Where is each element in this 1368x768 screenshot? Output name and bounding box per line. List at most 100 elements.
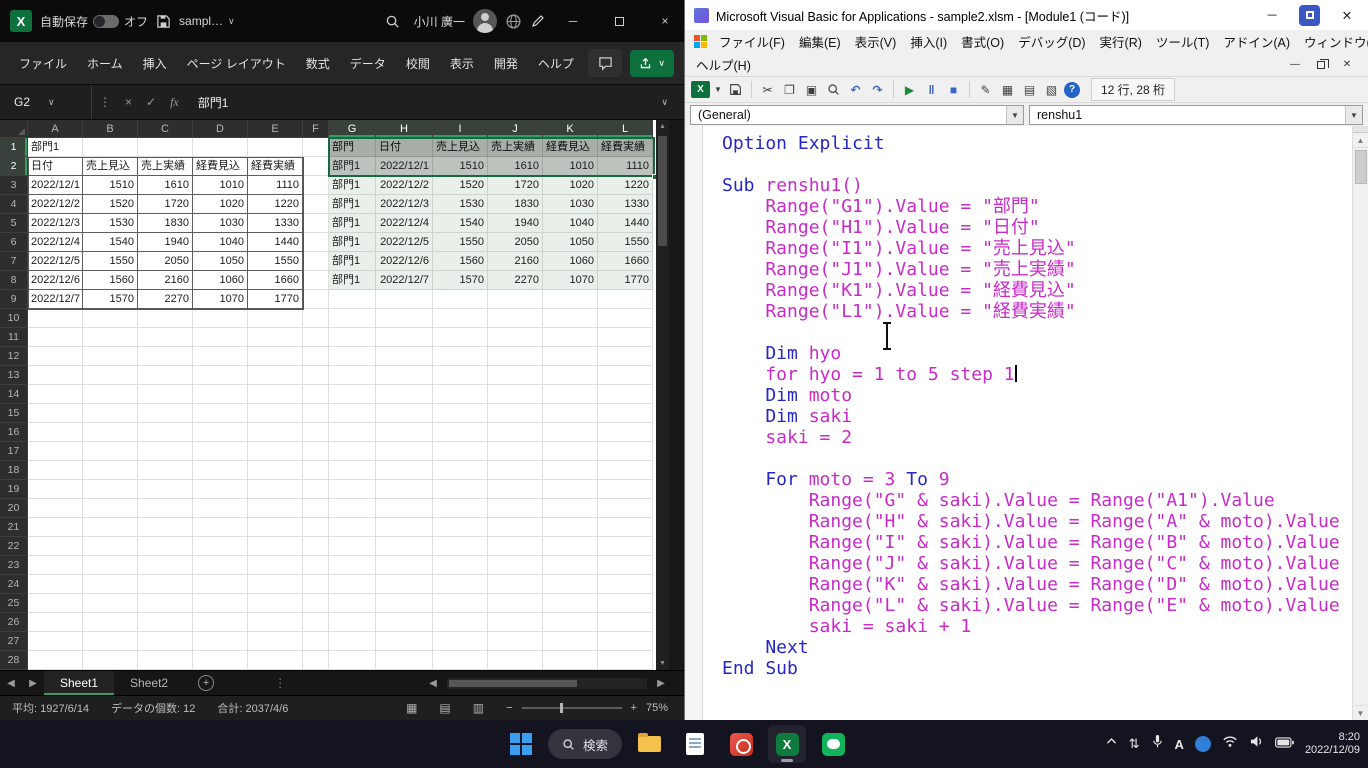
zoom-slider[interactable]	[522, 707, 622, 709]
cell-F19[interactable]	[303, 480, 329, 499]
row-header-1[interactable]: 1	[0, 138, 28, 157]
cell-E4[interactable]: 1220	[248, 195, 303, 214]
cell-C28[interactable]	[138, 651, 193, 670]
normal-view-icon[interactable]: ▦	[406, 701, 417, 715]
menu-item-1-9[interactable]: ウィンドウ(W)	[1297, 30, 1368, 53]
cell-E10[interactable]	[248, 309, 303, 328]
vertical-scrollbar[interactable]: ▲ ▼	[656, 120, 669, 670]
cell-I21[interactable]	[433, 518, 488, 537]
code-pane[interactable]: Option ExplicitSub renshu1() Range("G1")…	[685, 126, 1368, 720]
child-close-button[interactable]: ✕	[1336, 56, 1358, 74]
cell-B15[interactable]	[83, 404, 138, 423]
cell-D23[interactable]	[193, 556, 248, 575]
ribbon-tab-9[interactable]: ヘルプ	[529, 49, 583, 78]
cell-D24[interactable]	[193, 575, 248, 594]
cell-E25[interactable]	[248, 594, 303, 613]
cell-A17[interactable]	[28, 442, 83, 461]
cell-D8[interactable]: 1060	[193, 271, 248, 290]
cell-D6[interactable]: 1040	[193, 233, 248, 252]
cell-B5[interactable]: 1530	[83, 214, 138, 233]
menu-item-1-8[interactable]: アドイン(A)	[1216, 30, 1297, 53]
cut-icon[interactable]: ✂	[758, 80, 777, 100]
cell-K14[interactable]	[543, 385, 598, 404]
cell-E13[interactable]	[248, 366, 303, 385]
cell-K8[interactable]: 1070	[543, 271, 598, 290]
row-header-13[interactable]: 13	[0, 366, 28, 385]
cell-A2[interactable]: 日付	[28, 157, 83, 176]
cell-D20[interactable]	[193, 499, 248, 518]
cell-E9[interactable]: 1770	[248, 290, 303, 309]
code-line-24[interactable]: saki = saki + 1	[722, 616, 1351, 637]
cell-J1[interactable]: 売上実績	[488, 138, 543, 157]
column-header-E[interactable]: E	[248, 120, 303, 138]
cell-L4[interactable]: 1330	[598, 195, 653, 214]
cell-L19[interactable]	[598, 480, 653, 499]
cell-L1[interactable]: 経費実績	[598, 138, 653, 157]
cell-C10[interactable]	[138, 309, 193, 328]
cell-L26[interactable]	[598, 613, 653, 632]
cell-K21[interactable]	[543, 518, 598, 537]
page-break-view-icon[interactable]: ▥	[473, 701, 484, 715]
cell-B10[interactable]	[83, 309, 138, 328]
code-line-19[interactable]: Range("H" & saki).Value = Range("A" & mo…	[722, 511, 1351, 532]
cell-J26[interactable]	[488, 613, 543, 632]
cell-J14[interactable]	[488, 385, 543, 404]
search-icon[interactable]	[385, 14, 400, 29]
zoom-slider-knob[interactable]	[560, 703, 563, 713]
cell-E27[interactable]	[248, 632, 303, 651]
cell-F22[interactable]	[303, 537, 329, 556]
cell-L9[interactable]	[598, 290, 653, 309]
cell-I7[interactable]: 1560	[433, 252, 488, 271]
cell-C24[interactable]	[138, 575, 193, 594]
scroll-down-icon[interactable]: ▼	[659, 657, 666, 670]
cell-K13[interactable]	[543, 366, 598, 385]
code-line-16[interactable]	[722, 448, 1351, 469]
code-line-12[interactable]: for hyo = 1 to 5 step 1	[722, 364, 1351, 385]
row-header-12[interactable]: 12	[0, 347, 28, 366]
cell-I26[interactable]	[433, 613, 488, 632]
cell-C15[interactable]	[138, 404, 193, 423]
cell-J13[interactable]	[488, 366, 543, 385]
cell-A11[interactable]	[28, 328, 83, 347]
cell-D1[interactable]	[193, 138, 248, 157]
cell-G14[interactable]	[329, 385, 376, 404]
cell-A23[interactable]	[28, 556, 83, 575]
volume-icon[interactable]	[1249, 735, 1264, 753]
cell-F7[interactable]	[303, 252, 329, 271]
close-button[interactable]: ×	[646, 0, 684, 42]
cell-A26[interactable]	[28, 613, 83, 632]
cell-G26[interactable]	[329, 613, 376, 632]
cell-H18[interactable]	[376, 461, 433, 480]
cell-C17[interactable]	[138, 442, 193, 461]
menu-item-1-0[interactable]: ファイル(F)	[712, 30, 792, 53]
cell-G3[interactable]: 部門1	[329, 176, 376, 195]
column-header-C[interactable]: C	[138, 120, 193, 138]
cell-D22[interactable]	[193, 537, 248, 556]
cell-B16[interactable]	[83, 423, 138, 442]
cell-C2[interactable]: 売上実績	[138, 157, 193, 176]
share-button[interactable]: ∨	[630, 50, 674, 77]
tray-chevron-up-icon[interactable]	[1105, 735, 1118, 753]
cell-A1[interactable]: 部門1	[28, 138, 83, 157]
cell-B1[interactable]	[83, 138, 138, 157]
cell-B12[interactable]	[83, 347, 138, 366]
cell-I4[interactable]: 1530	[433, 195, 488, 214]
chevron-down-icon[interactable]: ▼	[713, 80, 723, 100]
cell-L23[interactable]	[598, 556, 653, 575]
run-icon[interactable]: ▶	[900, 80, 919, 100]
cell-C19[interactable]	[138, 480, 193, 499]
cell-I13[interactable]	[433, 366, 488, 385]
scrollbar-thumb[interactable]	[658, 136, 667, 246]
cell-G8[interactable]: 部門1	[329, 271, 376, 290]
avatar[interactable]	[473, 9, 497, 33]
chevron-down-icon[interactable]: ▼	[1006, 106, 1023, 124]
save-icon[interactable]	[156, 14, 171, 29]
row-header-16[interactable]: 16	[0, 423, 28, 442]
scroll-right-icon[interactable]: ▶	[650, 678, 672, 689]
help-icon[interactable]: ?	[1064, 82, 1080, 98]
cell-E15[interactable]	[248, 404, 303, 423]
cell-I15[interactable]	[433, 404, 488, 423]
cell-K17[interactable]	[543, 442, 598, 461]
cell-I18[interactable]	[433, 461, 488, 480]
row-header-28[interactable]: 28	[0, 651, 28, 670]
